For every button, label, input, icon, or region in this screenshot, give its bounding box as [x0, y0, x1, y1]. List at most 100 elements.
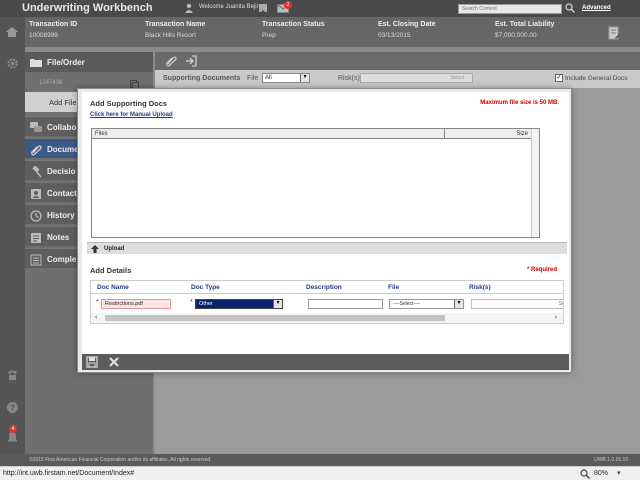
- import-icon[interactable]: [185, 55, 197, 67]
- closing-date: Est. Closing Date 03/13/2015: [378, 21, 436, 39]
- contacts-icon: [31, 189, 41, 199]
- doc-type-header: Doc Type: [191, 284, 220, 291]
- mail-count-badge: 2: [284, 1, 292, 9]
- risks-select[interactable]: Sel: [471, 299, 563, 309]
- chevron-down-icon: ▾: [300, 74, 309, 82]
- advanced-search-link[interactable]: Advanced: [582, 5, 611, 11]
- doc-type-value: Other: [199, 301, 213, 307]
- transaction-id-label: Transaction ID: [29, 21, 78, 28]
- nav-item-label: History: [47, 211, 75, 220]
- files-column-header: Files: [95, 131, 108, 137]
- nav-item-label: Contact: [47, 189, 77, 198]
- file-order-header[interactable]: File/Order: [25, 52, 153, 72]
- file-header: File: [388, 284, 400, 291]
- manual-upload-link[interactable]: Click here for Manual Upload: [90, 112, 173, 118]
- file-filter-label: File: [247, 75, 259, 82]
- zoom-icon[interactable]: [580, 469, 590, 479]
- total-liability-label: Est. Total Liability: [495, 21, 555, 28]
- file-order-label: File/Order: [47, 58, 85, 67]
- required-star: *: [96, 299, 99, 306]
- transaction-id: Transaction ID 10008999: [29, 21, 77, 39]
- user-icon[interactable]: [184, 3, 194, 13]
- horizontal-scrollbar[interactable]: ‹ ›: [91, 313, 563, 323]
- phone-icon[interactable]: [6, 369, 19, 382]
- paperclip-icon: [31, 145, 42, 156]
- risks-filter-select[interactable]: Select: [360, 73, 473, 83]
- browser-status-bar: http://int.uwb.firstam.net/Document/Inde…: [0, 466, 640, 480]
- chevron-down-icon[interactable]: ▾: [617, 469, 621, 477]
- required-note: * Required: [526, 267, 557, 273]
- save-icon[interactable]: [86, 356, 98, 368]
- transaction-name: Transaction Name Black Hills Resort: [145, 21, 205, 39]
- files-table-header: Files Size: [92, 129, 532, 139]
- total-liability-value: $7,000,000.00: [495, 32, 537, 39]
- search-icon[interactable]: [565, 3, 575, 13]
- home-icon: [6, 27, 18, 37]
- checklist-icon: [30, 254, 42, 266]
- upload-button[interactable]: Upload: [87, 242, 567, 254]
- closing-date-label: Est. Closing Date: [378, 21, 436, 28]
- copyright-text: ©2015 First American Financial Corporati…: [29, 457, 212, 463]
- nav-item-label: Collabo: [47, 123, 77, 132]
- page-footer: ©2015 First American Financial Corporati…: [0, 454, 640, 466]
- scroll-thumb[interactable]: [105, 315, 445, 321]
- size-column-header: Size: [516, 131, 528, 137]
- scroll-left-icon[interactable]: ‹: [95, 314, 97, 321]
- home-button[interactable]: [0, 17, 25, 47]
- version-text: UWB 1.0.15.10: [594, 457, 628, 463]
- file-select[interactable]: ----Select---- ▾: [389, 299, 464, 309]
- order-number: 1247438: [39, 80, 63, 86]
- help-icon[interactable]: ?: [6, 401, 19, 414]
- clock-icon: [30, 210, 42, 222]
- modal-footer: [82, 354, 569, 370]
- nav-item-label: Comple: [47, 255, 77, 264]
- transaction-status: Transaction Status Prep: [262, 21, 325, 39]
- nav-item-label: Decisio: [47, 167, 76, 176]
- notification-count-badge: 4: [9, 425, 17, 433]
- add-details-title: Add Details: [90, 266, 132, 275]
- files-drop-area[interactable]: Files Size: [91, 128, 540, 238]
- description-input[interactable]: [308, 299, 383, 309]
- left-rail: ? 4: [0, 47, 25, 454]
- supporting-documents-title: Supporting Documents: [163, 75, 241, 82]
- upload-arrow-icon: [91, 245, 99, 253]
- scroll-right-icon[interactable]: ›: [555, 314, 557, 321]
- search-input[interactable]: [458, 4, 562, 14]
- doc-type-select[interactable]: Other ▾: [195, 299, 283, 309]
- flag-icon[interactable]: [258, 3, 268, 13]
- transaction-status-value: Prep: [262, 32, 276, 39]
- gear-icon[interactable]: [6, 57, 19, 70]
- transaction-bar: Transaction ID 10008999 Transaction Name…: [0, 17, 640, 47]
- include-general-checkbox[interactable]: ✓: [555, 74, 563, 82]
- file-filter-select[interactable]: All ▾: [262, 73, 310, 83]
- transaction-id-value: 10008999: [29, 32, 58, 39]
- risks-filter-label: Risk(s): [338, 75, 360, 82]
- app-title: Underwriting Workbench: [22, 2, 153, 14]
- details-table: Doc Name Doc Type Description File Risk(…: [90, 280, 564, 324]
- doc-name-header: Doc Name: [97, 284, 129, 291]
- gavel-icon: [32, 166, 42, 178]
- max-file-size-note: Maximum file size is 50 MB.: [480, 100, 559, 106]
- folder-icon: [30, 59, 42, 67]
- file-filter-value: All: [265, 75, 272, 81]
- doc-name-input[interactable]: Restrictions.pdf: [101, 299, 171, 309]
- add-supporting-docs-modal: Add Supporting Docs Maximum file size is…: [77, 88, 572, 373]
- files-scrollbar[interactable]: [531, 129, 539, 237]
- nav-item-label: Notes: [47, 233, 70, 242]
- required-star: *: [190, 299, 193, 306]
- zoom-level[interactable]: 80%: [594, 470, 608, 477]
- chevron-down-icon: ▾: [273, 300, 282, 308]
- closing-date-value: 03/13/2015: [378, 32, 411, 39]
- chevron-down-icon: ▾: [454, 300, 463, 308]
- collaboration-icon: [30, 122, 42, 132]
- total-liability: Est. Total Liability $7,000,000.00: [495, 21, 554, 39]
- transaction-name-label: Transaction Name: [145, 21, 206, 28]
- modal-body: Add Supporting Docs Maximum file size is…: [82, 92, 569, 354]
- notes-icon: [31, 233, 41, 243]
- column-divider: [444, 129, 445, 139]
- attach-icon[interactable]: [165, 55, 177, 67]
- transaction-name-value: Black Hills Resort: [145, 32, 196, 39]
- close-icon[interactable]: [108, 356, 120, 368]
- document-edit-icon[interactable]: [608, 26, 620, 40]
- top-header: Underwriting Workbench Welcome Juanita B…: [0, 0, 640, 17]
